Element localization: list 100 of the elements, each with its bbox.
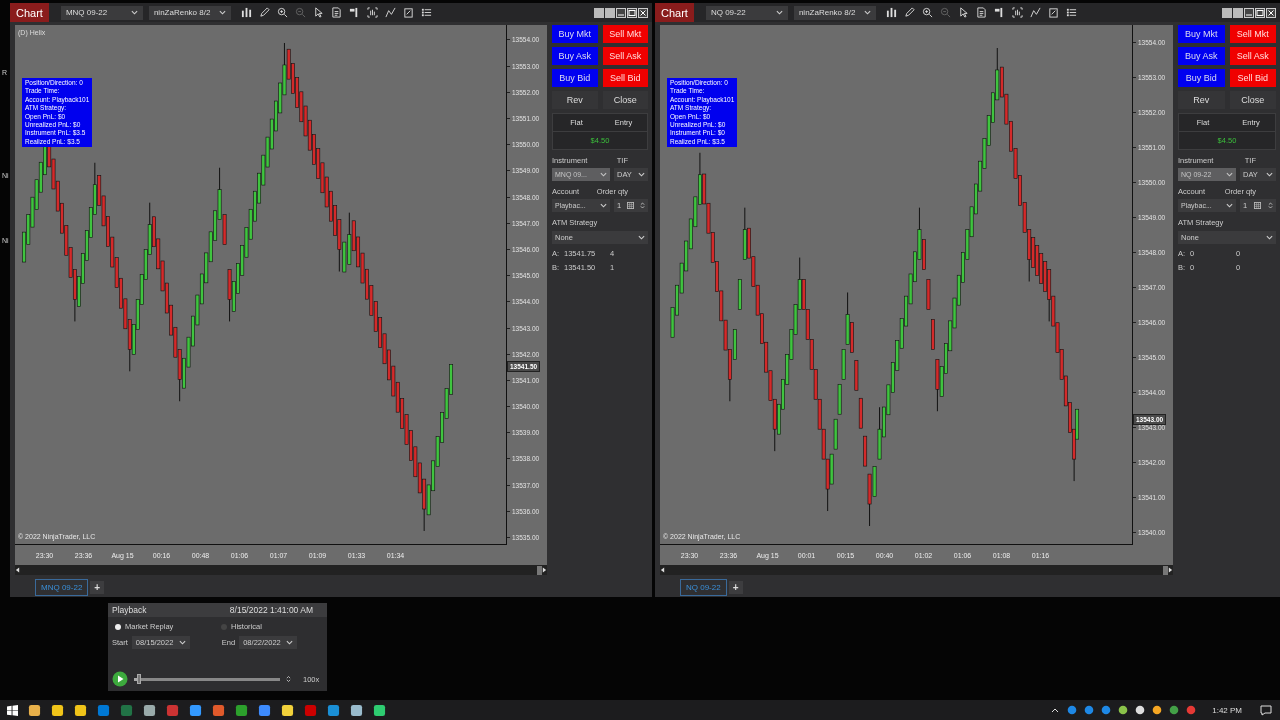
app-icon[interactable]: [28, 703, 41, 717]
chart-tab[interactable]: MNQ 09-22: [35, 579, 89, 596]
bars-icon[interactable]: [240, 7, 252, 18]
chevron-icon: [218, 10, 226, 15]
calculator-icon: [627, 202, 635, 209]
order-button[interactable]: Sell Mkt: [602, 25, 648, 43]
notification-icon[interactable]: [1260, 704, 1272, 716]
frame-icon[interactable]: [366, 7, 378, 18]
minimize-icon[interactable]: [616, 7, 626, 18]
spinner-arrows-icon: [640, 201, 645, 210]
order-button[interactable]: Buy Bid: [1178, 69, 1225, 87]
app-icon[interactable]: [281, 703, 294, 717]
chevron-icon: [178, 640, 186, 645]
scroll-left-icon[interactable]: [15, 566, 20, 574]
app-icon[interactable]: [327, 703, 340, 717]
order-button[interactable]: Sell Ask: [1229, 47, 1276, 65]
order-button[interactable]: Close: [602, 91, 648, 109]
order-button[interactable]: Buy Mkt: [1178, 25, 1225, 43]
app-icon[interactable]: [258, 703, 271, 717]
order-button[interactable]: Rev: [1178, 91, 1225, 109]
order-button[interactable]: Rev: [552, 91, 598, 109]
tray-icon[interactable]: [1169, 705, 1180, 715]
minimize-icon[interactable]: [1244, 7, 1254, 18]
frame-icon[interactable]: [1011, 7, 1023, 18]
chevron-icon: [775, 10, 783, 15]
chevron-icon: [638, 172, 645, 177]
windows-start-icon[interactable]: [7, 704, 18, 716]
pencil-icon[interactable]: [903, 7, 915, 18]
order-button[interactable]: Sell Bid: [1229, 69, 1276, 87]
bars-icon[interactable]: [885, 7, 897, 18]
close-icon[interactable]: [638, 7, 648, 18]
close-icon[interactable]: [1266, 7, 1276, 18]
clipboard-icon[interactable]: [1047, 7, 1059, 18]
chevron-icon: [863, 10, 871, 15]
chevron-icon: [286, 640, 294, 645]
order-button[interactable]: Sell Ask: [602, 47, 648, 65]
slider-thumb[interactable]: [136, 673, 141, 684]
scroll-right-icon[interactable]: [1168, 566, 1173, 574]
order-button[interactable]: Sell Mkt: [1229, 25, 1276, 43]
flag-icon[interactable]: [348, 7, 360, 18]
horizontal-scrollbar[interactable]: [660, 565, 1173, 575]
maximize-icon[interactable]: [1255, 7, 1265, 18]
horizontal-scrollbar[interactable]: [15, 565, 547, 575]
list-icon[interactable]: [1065, 7, 1077, 18]
app-icon[interactable]: [212, 703, 225, 717]
flag-icon[interactable]: [993, 7, 1005, 18]
document-icon[interactable]: [330, 7, 342, 18]
bar-type-dropdown[interactable]: ninZaRenko 8/2: [793, 5, 876, 20]
window-control-icon[interactable]: [605, 7, 615, 18]
line-icon[interactable]: [384, 7, 396, 18]
document-icon[interactable]: [975, 7, 987, 18]
order-button[interactable]: Sell Bid: [602, 69, 648, 87]
order-button[interactable]: Buy Bid: [552, 69, 598, 87]
playback-title: Playback: [112, 605, 147, 615]
order-button[interactable]: Buy Mkt: [552, 25, 598, 43]
instrument-dropdown[interactable]: NQ 09-22: [705, 5, 788, 20]
speed-slider[interactable]: [134, 677, 280, 681]
radio-icon[interactable]: [115, 623, 121, 630]
zoom-in-icon[interactable]: [276, 7, 288, 18]
add-tab-button[interactable]: +: [90, 581, 105, 594]
order-button[interactable]: Buy Ask: [552, 47, 598, 65]
chart-tab[interactable]: NQ 09-22: [680, 579, 727, 596]
tray-icon[interactable]: [1152, 705, 1163, 715]
scroll-thumb[interactable]: [1163, 565, 1168, 575]
window-control-icon[interactable]: [1233, 7, 1243, 18]
scroll-thumb[interactable]: [537, 565, 542, 575]
zoom-in-icon[interactable]: [921, 7, 933, 18]
app-icon[interactable]: [189, 703, 202, 717]
cursor-icon[interactable]: [957, 7, 969, 18]
app-icon[interactable]: [235, 703, 248, 717]
chevron-icon: [600, 172, 607, 177]
cursor-icon[interactable]: [312, 7, 324, 18]
app-icon[interactable]: [373, 703, 386, 717]
play-button[interactable]: [112, 671, 128, 687]
pencil-icon[interactable]: [258, 7, 270, 18]
app-icon[interactable]: [350, 703, 363, 717]
app-icon[interactable]: [51, 703, 64, 717]
order-button[interactable]: Buy Ask: [1178, 47, 1225, 65]
clipboard-icon[interactable]: [402, 7, 414, 18]
spinner-arrows-icon[interactable]: [286, 674, 291, 684]
line-icon[interactable]: [1029, 7, 1041, 18]
scroll-left-icon[interactable]: [660, 566, 665, 574]
app-icon[interactable]: [143, 703, 156, 717]
calculator-icon: [1254, 202, 1262, 209]
tray-icon[interactable]: [1135, 705, 1146, 715]
list-icon[interactable]: [420, 7, 432, 18]
chart-menu-button[interactable]: Chart: [10, 3, 49, 22]
scroll-right-icon[interactable]: [542, 566, 547, 574]
order-button[interactable]: Close: [1229, 91, 1276, 109]
bar-type-dropdown[interactable]: ninZaRenko 8/2: [148, 5, 231, 20]
tray-icon[interactable]: [1118, 705, 1129, 715]
chevron-icon: [638, 235, 645, 240]
window-control-icon[interactable]: [1222, 7, 1232, 18]
maximize-icon[interactable]: [627, 7, 637, 18]
add-tab-button[interactable]: +: [728, 581, 743, 594]
chart-menu-button[interactable]: Chart: [655, 3, 694, 22]
instrument-dropdown[interactable]: MNQ 09-22: [60, 5, 143, 20]
app-icon[interactable]: [74, 703, 87, 717]
chevron-icon: [1226, 172, 1233, 177]
window-control-icon[interactable]: [594, 7, 604, 18]
